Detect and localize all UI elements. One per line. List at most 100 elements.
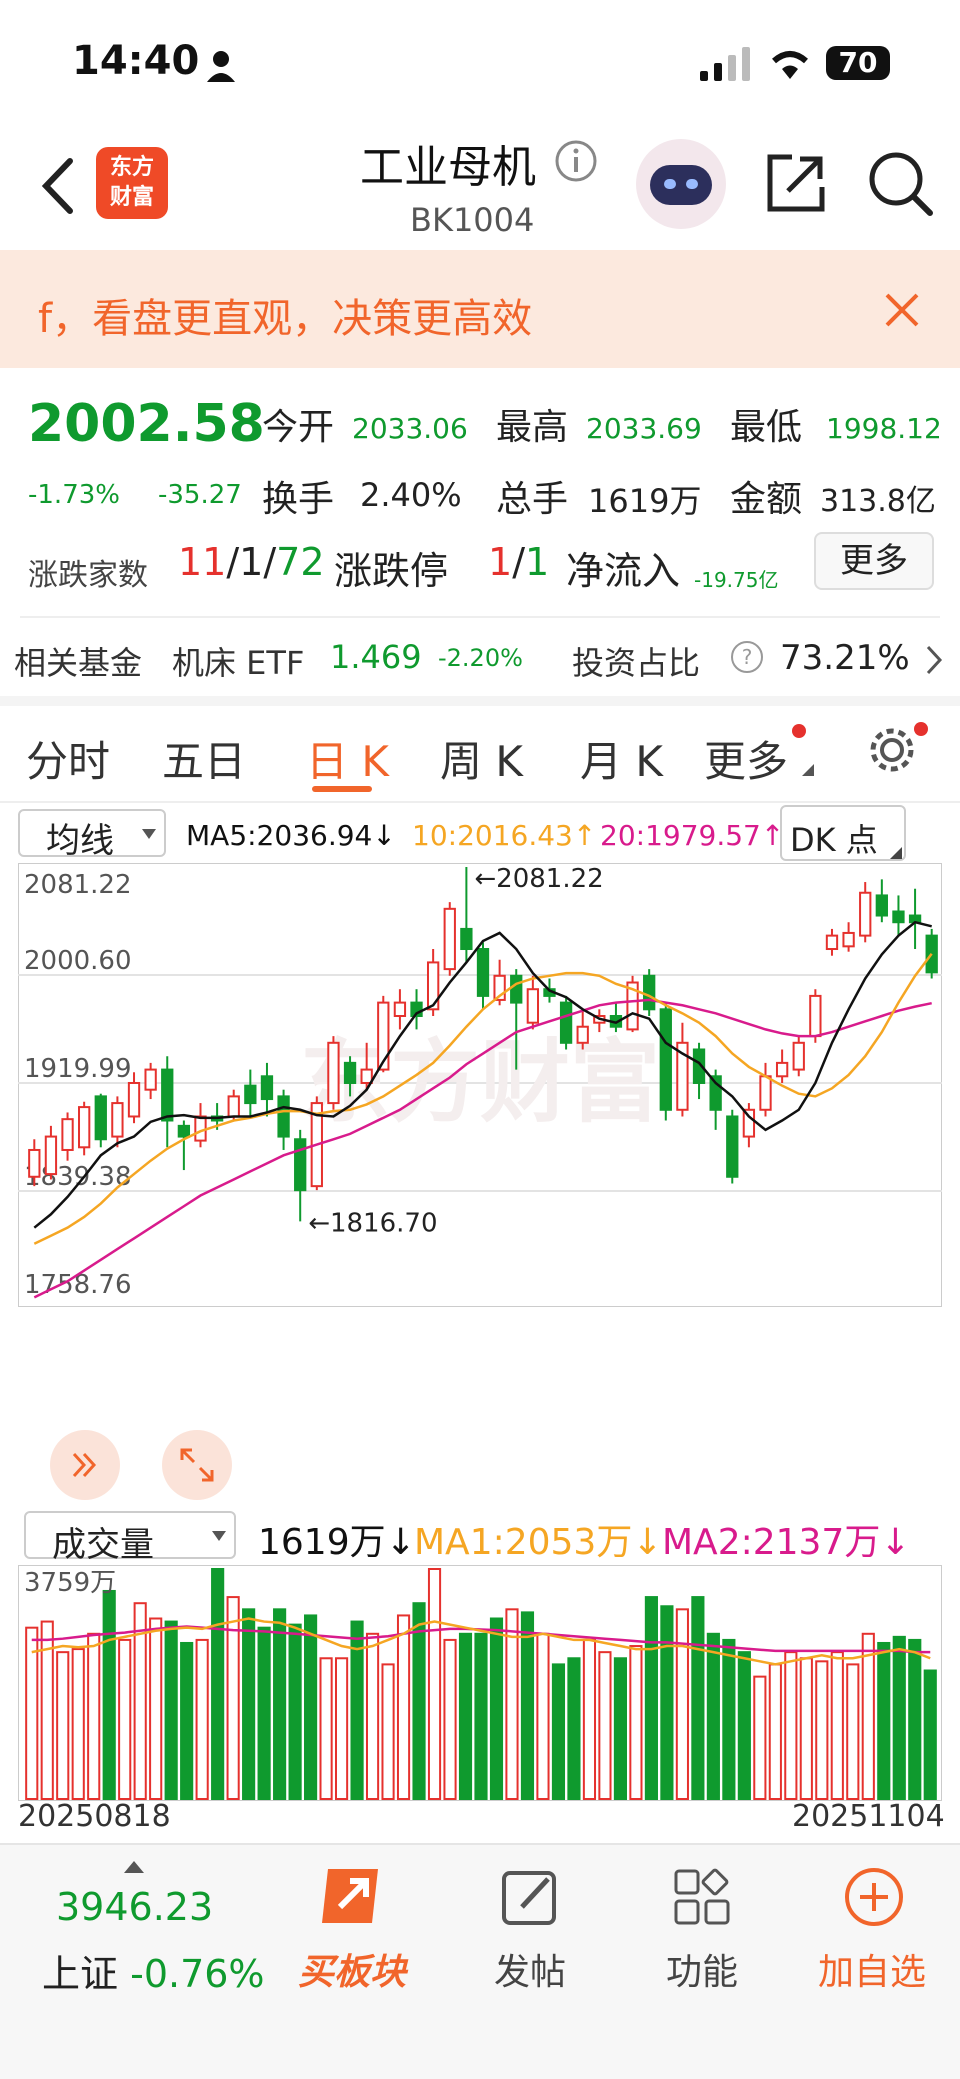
indicator-select-label: 均线 [46, 821, 114, 861]
function-label[interactable]: 功能 [666, 1943, 738, 1995]
period-tabs: 分时 五日 日 K 周 K 月 K 更多 [0, 698, 960, 803]
index-summary[interactable]: 上证 -0.76% [42, 1943, 265, 1998]
back-icon[interactable] [40, 157, 76, 215]
ma10-label: 10:2016.43↑ [412, 819, 597, 852]
volume-bar [567, 1657, 581, 1800]
tab-more[interactable]: 更多 [704, 728, 788, 789]
related-fund-row[interactable]: 相关基金 机床 ETF 1.469 -2.20% 投资占比 ? 73.21% [0, 620, 960, 698]
volume-bar [489, 1617, 504, 1801]
candle-body [759, 1075, 772, 1111]
volume-chart[interactable]: 3759万 [18, 1565, 942, 1801]
ma5-label: MA5:2036.94↓ [186, 819, 396, 852]
app-logo[interactable]: 东方 财富 [96, 147, 168, 219]
tab-5day[interactable]: 五日 [162, 728, 246, 789]
candle-body [559, 1001, 573, 1044]
volume-bar [226, 1596, 240, 1801]
close-icon[interactable] [884, 292, 920, 328]
candlestick-chart[interactable]: 2081.222000.601919.991839.381758.76东方财富←… [18, 863, 942, 1307]
promo-banner[interactable]: f，看盘更直观，决策更高效 [0, 250, 960, 368]
candle-body [294, 1138, 307, 1192]
volume-bar [799, 1657, 813, 1800]
volume-bar [334, 1657, 349, 1800]
netflow-label: 净流入 [566, 549, 681, 593]
candle-body [460, 927, 473, 951]
nav-bar: 东方 财富 工业母机 BK1004 [0, 125, 960, 250]
volume-bar [381, 1663, 395, 1801]
buy-sector-label[interactable]: 买板块 [298, 1943, 406, 1995]
buy-sector-icon[interactable] [318, 1861, 390, 1931]
volume-bar [474, 1632, 488, 1800]
candle-body [859, 891, 872, 937]
volume-bar [722, 1638, 736, 1801]
volume-bar [660, 1605, 674, 1800]
open-value: 2033.06 [352, 412, 468, 445]
status-bar: 14:40 70 [0, 0, 960, 125]
adv-decl-label: 涨跌家数 [28, 558, 148, 593]
expand-left-button[interactable] [50, 1430, 120, 1500]
candle-body [343, 1061, 357, 1084]
volume-bar [908, 1638, 922, 1801]
candle-body [443, 907, 456, 971]
volume-bar [443, 1638, 457, 1801]
volume-select-label: 成交量 [52, 1525, 154, 1565]
expand-arrows-icon [180, 1448, 214, 1482]
tab-week-k[interactable]: 周 K [440, 728, 523, 789]
volume-bar [846, 1663, 860, 1801]
volume-bar [923, 1669, 937, 1800]
candle-body [177, 1124, 191, 1138]
search-icon[interactable] [866, 149, 934, 217]
volume-indicator-select[interactable]: 成交量 [24, 1511, 236, 1565]
volume-bar [613, 1657, 628, 1800]
min-price-note: ←1816.70 [308, 1208, 437, 1238]
volume-bar [396, 1614, 411, 1801]
candle-body [393, 1001, 407, 1018]
volume-bar [520, 1611, 535, 1800]
dk-point-button[interactable]: DK 点 [780, 805, 906, 861]
adv-down: 72 [276, 540, 325, 584]
add-watchlist-icon[interactable] [842, 1865, 906, 1929]
netflow-value: -19.75亿 [694, 568, 779, 592]
volume-bar [536, 1632, 550, 1800]
candle-body [260, 1075, 274, 1101]
volume-bar [211, 1568, 225, 1800]
share-icon[interactable] [764, 151, 828, 215]
add-watchlist-label[interactable]: 加自选 [818, 1943, 926, 1995]
indicator-select[interactable]: 均线 [18, 809, 166, 861]
signal-icon [700, 47, 750, 81]
index-pct: -0.76% [130, 1952, 265, 1996]
chevron-right-icon[interactable] [924, 644, 944, 676]
tab-month-k[interactable]: 月 K [580, 728, 663, 789]
volume-ma1: MA1:2053万↓ [414, 1522, 663, 1563]
edit-post-icon[interactable] [500, 1867, 560, 1927]
index-value[interactable]: 3946.23 [56, 1885, 213, 1929]
tab-minute[interactable]: 分时 [26, 728, 110, 789]
volume-bar [273, 1608, 287, 1800]
info-icon[interactable] [554, 139, 598, 183]
settings-gear-icon[interactable] [866, 724, 918, 776]
double-chevron-icon [72, 1452, 97, 1478]
volume-bar [102, 1589, 116, 1801]
settings-dot [914, 722, 928, 736]
tab-day-k[interactable]: 日 K [306, 728, 389, 789]
fullscreen-button[interactable] [162, 1430, 232, 1500]
volume-bar [427, 1568, 442, 1800]
volume-bar [644, 1596, 658, 1801]
more-button[interactable]: 更多 [814, 532, 934, 590]
dk-point-label: DK 点 [790, 821, 878, 859]
date-start: 20250818 [18, 1799, 171, 1834]
index-name: 上证 [42, 1952, 119, 1996]
post-label[interactable]: 发帖 [494, 1943, 566, 1995]
logo-text-2: 财富 [109, 185, 154, 210]
candle-body [127, 1081, 141, 1118]
candle-body [244, 1084, 257, 1105]
robot-avatar-icon[interactable] [636, 139, 726, 229]
amount-label: 金额 [730, 479, 803, 520]
adv-decl-values: 11/1/72 [178, 540, 325, 584]
candle-body [61, 1118, 74, 1151]
candle-body [44, 1135, 58, 1176]
volume-bar [830, 1651, 844, 1800]
candle-body [526, 988, 540, 1024]
function-grid-icon[interactable] [672, 1867, 732, 1927]
help-icon[interactable]: ? [730, 640, 764, 674]
candle-body [792, 1041, 805, 1071]
